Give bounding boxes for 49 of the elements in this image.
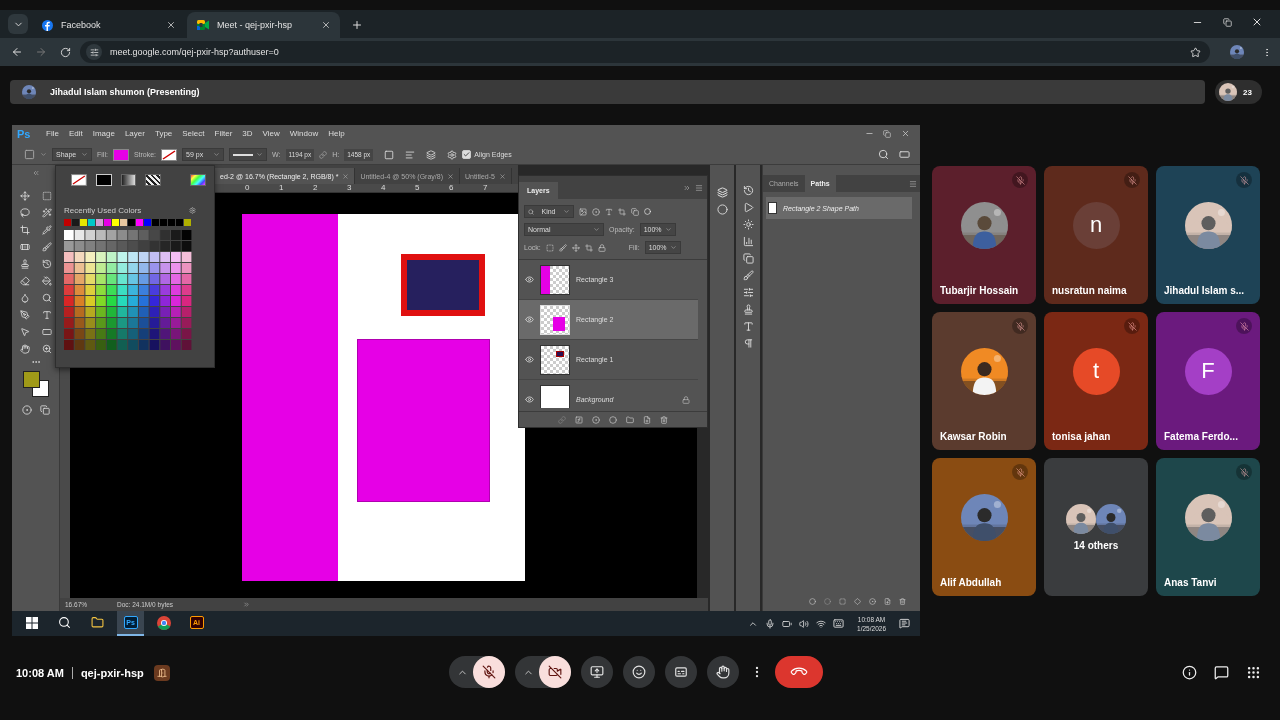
avatar: F xyxy=(1184,347,1232,395)
menu-item[interactable]: View xyxy=(257,129,285,138)
avatar: n xyxy=(1072,201,1120,249)
participant-name: Anas Tanvi xyxy=(1164,577,1217,588)
app-logo: Ps xyxy=(16,127,32,140)
avatar: t xyxy=(1072,347,1120,395)
menu-item[interactable]: 3D xyxy=(237,129,258,138)
ruler-number: 6 xyxy=(449,183,454,192)
participant-name: Alif Abdullah xyxy=(940,577,1002,588)
menu-item[interactable]: Edit xyxy=(63,129,88,138)
participant-tile[interactable]: Jihadul Islam s... xyxy=(1156,166,1260,304)
menu-item[interactable]: Select xyxy=(177,129,210,138)
presenter-name: Jihadul Islam shumon (Presenting) xyxy=(50,87,200,97)
participant-name: nusratun naima xyxy=(1052,285,1127,296)
ruler-number: 0 xyxy=(245,183,250,192)
participant-tile[interactable]: Alif Abdullah xyxy=(932,458,1036,596)
participant-tile[interactable]: n nusratun naima xyxy=(1044,166,1148,304)
menu-item[interactable]: Filter xyxy=(209,129,238,138)
browser-tab[interactable]: Meet - qej-pxir-hsp xyxy=(187,12,340,38)
participant-tile[interactable]: Kawsar Robin xyxy=(932,312,1036,450)
participant-name: tonisa jahan xyxy=(1052,431,1111,442)
menu-item[interactable]: Help xyxy=(323,129,350,138)
meeting-code: qej-pxir-hsp xyxy=(80,666,144,679)
participant-name: Fatema Ferdo... xyxy=(1164,431,1238,442)
participants-button[interactable]: 23 xyxy=(1215,80,1262,104)
menu-item[interactable]: Type xyxy=(149,129,178,138)
participant-tile[interactable]: Tubarjir Hossain xyxy=(932,166,1036,304)
swatches-heading: Recently Used Colors xyxy=(64,206,142,215)
participant-tile[interactable]: t tonisa jahan xyxy=(1044,312,1148,450)
ruler-number: 5 xyxy=(415,183,420,192)
others-count: 14 others xyxy=(1073,539,1119,551)
ruler-number: 7 xyxy=(483,183,488,192)
others-tile[interactable]: 14 others xyxy=(1044,458,1148,596)
menu-item[interactable]: File xyxy=(41,129,64,138)
ruler-number: 3 xyxy=(347,183,352,192)
meeting-time: 10:08 AM xyxy=(16,666,64,679)
menu-item[interactable]: Window xyxy=(284,129,324,138)
participant-tile[interactable]: F Fatema Ferdo... xyxy=(1156,312,1260,450)
address-bar[interactable]: meet.google.com/qej-pxir-hsp?authuser=0 xyxy=(80,41,1210,63)
participant-tile[interactable]: Anas Tanvi xyxy=(1156,458,1260,596)
browser-tab[interactable]: Facebook xyxy=(32,12,185,38)
participant-name: Jihadul Islam s... xyxy=(1164,285,1245,296)
ruler-number: 4 xyxy=(381,183,386,192)
menu-item[interactable]: Image xyxy=(87,129,120,138)
participant-name: Tubarjir Hossain xyxy=(940,285,1019,296)
participant-name: Kawsar Robin xyxy=(940,431,1007,442)
menu-item[interactable]: Layer xyxy=(119,129,150,138)
ruler-number: 1 xyxy=(279,183,284,192)
ruler-number: 2 xyxy=(313,183,318,192)
